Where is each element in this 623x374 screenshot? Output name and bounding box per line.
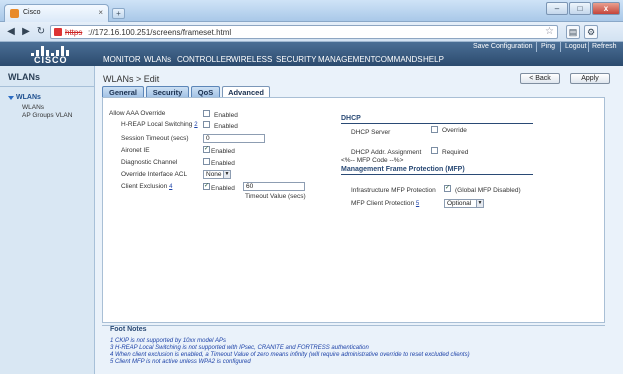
- page-icon[interactable]: ▤: [566, 25, 580, 39]
- menu-monitor[interactable]: MONITOR: [103, 55, 141, 64]
- dropdown-arrow-icon: ▼: [476, 200, 483, 207]
- aironet-label: Aironet IE: [121, 147, 150, 154]
- util-divider: [560, 42, 561, 52]
- maximize-button[interactable]: □: [569, 2, 591, 15]
- browser-titlebar: Cisco × + – □ x: [0, 0, 623, 22]
- diag-label: Diagnostic Channel: [121, 159, 178, 166]
- nav-group-wlans[interactable]: WLANs: [16, 94, 41, 101]
- allow-aaa-checkbox[interactable]: [203, 110, 210, 117]
- client-mfp-footnote-link[interactable]: 5: [416, 201, 419, 207]
- page-title: WLANs > Edit: [103, 74, 160, 84]
- footnote-4: 4 When client exclusion is enabled, a Ti…: [110, 352, 470, 358]
- override-acl-label: Override Interface ACL: [121, 171, 188, 178]
- app-header: CISCO Save Configuration Ping Logout Ref…: [0, 42, 623, 66]
- client-exclusion-checkbox[interactable]: [203, 182, 210, 190]
- menu-commands[interactable]: COMMANDS: [375, 55, 423, 64]
- dhcp-assign-label: DHCP Addr. Assignment: [351, 149, 422, 156]
- star-icon[interactable]: ☆: [545, 26, 554, 37]
- infra-mfp-value: (Global MFP Disabled): [455, 187, 521, 194]
- aironet-checkbox[interactable]: [203, 145, 210, 153]
- hreap-label: H-REAP Local Switching 2: [121, 121, 198, 128]
- expand-triangle-icon[interactable]: [8, 96, 14, 100]
- forward-icon[interactable]: ▶: [19, 25, 33, 39]
- refresh-link[interactable]: Refresh: [592, 43, 617, 50]
- browser-tab[interactable]: Cisco ×: [4, 4, 109, 22]
- logout-link[interactable]: Logout: [565, 43, 586, 50]
- footnote-3: 3 H-REAP Local Switching is not supporte…: [110, 345, 369, 351]
- allow-aaa-value: Enabled: [214, 112, 238, 119]
- dhcp-section-title: DHCP: [341, 115, 361, 122]
- tab-close-icon[interactable]: ×: [98, 8, 103, 17]
- client-mfp-select[interactable]: Optional ▼: [444, 199, 484, 208]
- address-bar[interactable]: https ://172.16.100.251/screens/frameset…: [50, 25, 558, 39]
- dhcp-section-divider: [341, 123, 533, 124]
- ping-link[interactable]: Ping: [541, 43, 555, 50]
- advanced-panel: Allow AAA Override Enabled H-REAP Local …: [102, 97, 605, 323]
- hreap-checkbox[interactable]: [203, 121, 210, 128]
- apply-button[interactable]: Apply: [570, 73, 610, 84]
- left-nav-divider: [0, 86, 95, 87]
- mfp-section-divider: [341, 174, 533, 175]
- left-nav: WLANs WLANs WLANs AP Groups VLAN: [0, 66, 95, 374]
- hreap-footnote-link[interactable]: 2: [194, 122, 197, 128]
- left-nav-title: WLANs: [8, 72, 40, 82]
- infra-mfp-checkbox[interactable]: [444, 184, 451, 192]
- hreap-value: Enabled: [214, 123, 238, 130]
- client-exclusion-footnote-link[interactable]: 4: [169, 184, 172, 190]
- menu-wlans[interactable]: WLANs: [144, 55, 171, 64]
- footnotes-title: Foot Notes: [110, 326, 147, 333]
- new-tab-button[interactable]: +: [112, 8, 125, 19]
- menu-help[interactable]: HELP: [423, 55, 444, 64]
- url-path: ://172.16.100.251/screens/frameset.html: [88, 28, 232, 37]
- back-icon[interactable]: ◀: [4, 25, 18, 39]
- dhcp-server-label: DHCP Server: [351, 129, 391, 136]
- nav-item-wlans[interactable]: WLANs: [22, 104, 44, 111]
- reload-icon[interactable]: ↻: [34, 25, 48, 39]
- util-divider: [536, 42, 537, 52]
- main-content: WLANs > Edit < Back Apply General Securi…: [95, 66, 623, 374]
- client-exclusion-label: Client Exclusion 4: [121, 183, 173, 190]
- nav-item-ap-groups-vlan[interactable]: AP Groups VLAN: [22, 112, 72, 119]
- timeout-value-input[interactable]: 60: [243, 182, 305, 191]
- menu-security[interactable]: SECURITY: [276, 55, 316, 64]
- favicon-icon: [10, 9, 19, 18]
- close-window-button[interactable]: x: [592, 2, 620, 15]
- tab-title: Cisco: [23, 9, 41, 16]
- mfp-code-comment: <%-- MFP Code --%>: [341, 157, 404, 164]
- footnote-5: 5 Client MFP is not active unless WPA2 i…: [110, 359, 251, 365]
- client-exclusion-value: Enabled: [211, 185, 235, 192]
- dhcp-assign-value: Required: [442, 149, 469, 156]
- cisco-logo-text: CISCO: [34, 55, 68, 65]
- diag-value: Enabled: [211, 160, 235, 167]
- footnote-1: 1 CKIP is not supported by 10xx model AP…: [110, 338, 226, 344]
- util-divider: [588, 42, 589, 52]
- lock-icon: [54, 28, 62, 36]
- url-scheme: https: [65, 28, 83, 37]
- save-configuration-link[interactable]: Save Configuration: [473, 43, 533, 50]
- menu-management[interactable]: MANAGEMENT: [318, 55, 375, 64]
- tools-icon[interactable]: ⚙: [584, 25, 598, 39]
- footnotes-divider: [102, 325, 605, 326]
- override-acl-select[interactable]: None ▼: [203, 170, 231, 179]
- dhcp-assign-checkbox[interactable]: [431, 147, 438, 154]
- dhcp-server-value: Override: [442, 127, 467, 134]
- mfp-section-title: Management Frame Protection (MFP): [341, 166, 465, 173]
- menu-controller[interactable]: CONTROLLER: [177, 55, 232, 64]
- back-button[interactable]: < Back: [520, 73, 560, 84]
- diag-checkbox[interactable]: [203, 158, 210, 165]
- client-mfp-label: MFP Client Protection 5: [351, 200, 420, 207]
- menu-wireless[interactable]: WIRELESS: [231, 55, 272, 64]
- session-timeout-label: Session Timeout (secs): [121, 135, 189, 142]
- session-timeout-input[interactable]: 0: [203, 134, 265, 143]
- browser-toolbar: ◀ ▶ ↻ https ://172.16.100.251/screens/fr…: [0, 22, 623, 42]
- aironet-value: Enabled: [211, 148, 235, 155]
- dropdown-arrow-icon: ▼: [223, 171, 230, 178]
- minimize-button[interactable]: –: [546, 2, 568, 15]
- timeout-value-label: Timeout Value (secs): [245, 193, 306, 200]
- dhcp-server-checkbox[interactable]: [431, 126, 438, 133]
- allow-aaa-label: Allow AAA Override: [109, 110, 166, 117]
- infra-mfp-label: Infrastructure MFP Protection: [351, 187, 436, 194]
